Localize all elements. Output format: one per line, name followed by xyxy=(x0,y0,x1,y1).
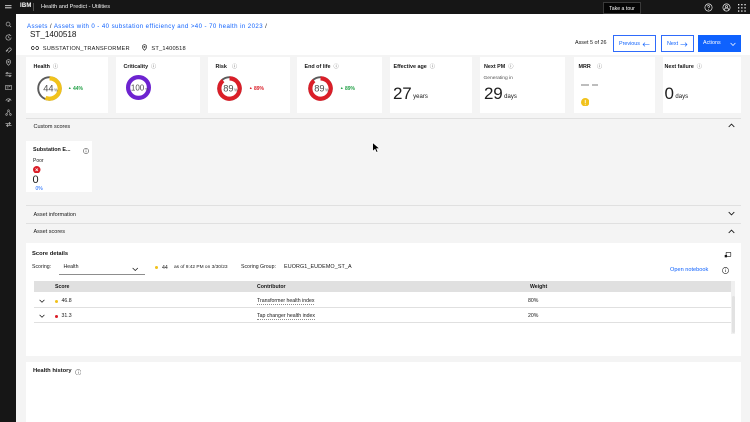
svg-text:100: 100 xyxy=(130,83,144,92)
svg-text:%: % xyxy=(145,87,149,92)
svg-text:44: 44 xyxy=(43,84,53,94)
svg-text:89: 89 xyxy=(314,84,324,94)
svg-text:89: 89 xyxy=(223,84,233,94)
svg-text:%: % xyxy=(325,88,329,93)
svg-text:%: % xyxy=(234,88,238,93)
svg-text:%: % xyxy=(54,88,58,93)
